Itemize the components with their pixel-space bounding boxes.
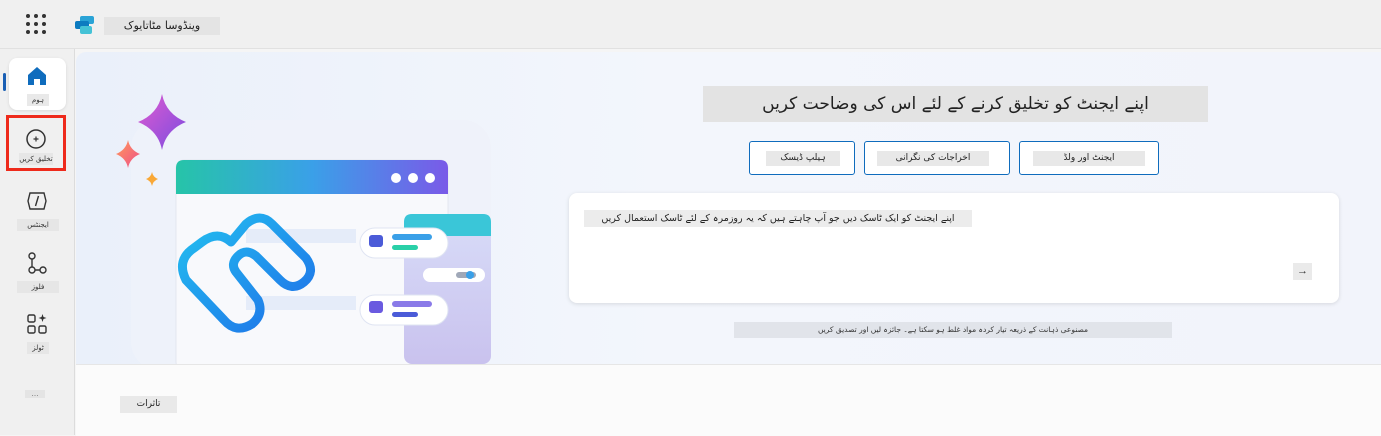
app-title[interactable]: وینڈوسا مٹاتایوک (104, 17, 220, 35)
nav-item-agents[interactable]: ایجنٹس (9, 183, 66, 235)
button-label: ہیلپ ڈیسک (766, 151, 840, 166)
plus-circle-icon (26, 129, 46, 149)
prompt-box[interactable]: اپنے ایجنٹ کو ایک ٹاسک دیں جو آپ چاہتے ہ… (569, 193, 1339, 303)
suggestion-button-agent-world[interactable]: ایجنٹ اور ولڈ (1019, 141, 1159, 175)
nav-item-label: فلوز (17, 281, 59, 293)
home-icon (28, 67, 46, 85)
button-label: اخراجات کی نگرانی (877, 151, 989, 166)
suggestion-button-expenses[interactable]: اخراجات کی نگرانی (864, 141, 1010, 175)
bottom-section: تاثرات (76, 364, 1381, 436)
nav-item-label: ایجنٹس (17, 219, 59, 231)
button-label: ایجنٹ اور ولڈ (1033, 151, 1145, 166)
agent-code-icon (27, 192, 47, 210)
suggestion-button-helpdesk[interactable]: ہیلپ ڈیسک (749, 141, 855, 175)
hero-panel: اپنے ایجنٹ کو تخلیق کرنے کے لئے اس کی وض… (76, 52, 1381, 364)
left-nav: ہوم تخلیق کریں ایجنٹس فلوز ٹولز … (0, 49, 75, 435)
feedback-link[interactable]: تاثرات (120, 396, 177, 413)
nav-item-home[interactable]: ہوم (9, 58, 66, 110)
copilot-studio-logo-icon (75, 16, 94, 34)
send-button[interactable]: → (1293, 263, 1312, 280)
nav-item-tools[interactable]: ٹولز (9, 306, 66, 358)
nav-item-label: تخلیق کریں (19, 153, 53, 165)
more-nav-button[interactable]: … (25, 390, 45, 398)
tools-icon (27, 314, 47, 334)
top-bar: وینڈوسا مٹاتایوک (0, 0, 1381, 49)
prompt-input[interactable]: اپنے ایجنٹ کو ایک ٹاسک دیں جو آپ چاہتے ہ… (584, 210, 972, 227)
nav-item-flows[interactable]: فلوز (9, 245, 66, 297)
flow-icon (28, 252, 47, 274)
hero-illustration (116, 94, 491, 364)
app-launcher-icon[interactable] (26, 14, 46, 34)
active-indicator (3, 73, 6, 91)
nav-item-label: ہوم (27, 94, 49, 106)
page-title: اپنے ایجنٹ کو تخلیق کرنے کے لئے اس کی وض… (703, 86, 1208, 122)
nav-item-create[interactable]: تخلیق کریں (6, 115, 66, 171)
nav-item-label: ٹولز (27, 342, 49, 354)
ai-disclaimer: مصنوعی ذہانت کے ذریعہ تیار کردہ مواد غلط… (734, 322, 1172, 338)
